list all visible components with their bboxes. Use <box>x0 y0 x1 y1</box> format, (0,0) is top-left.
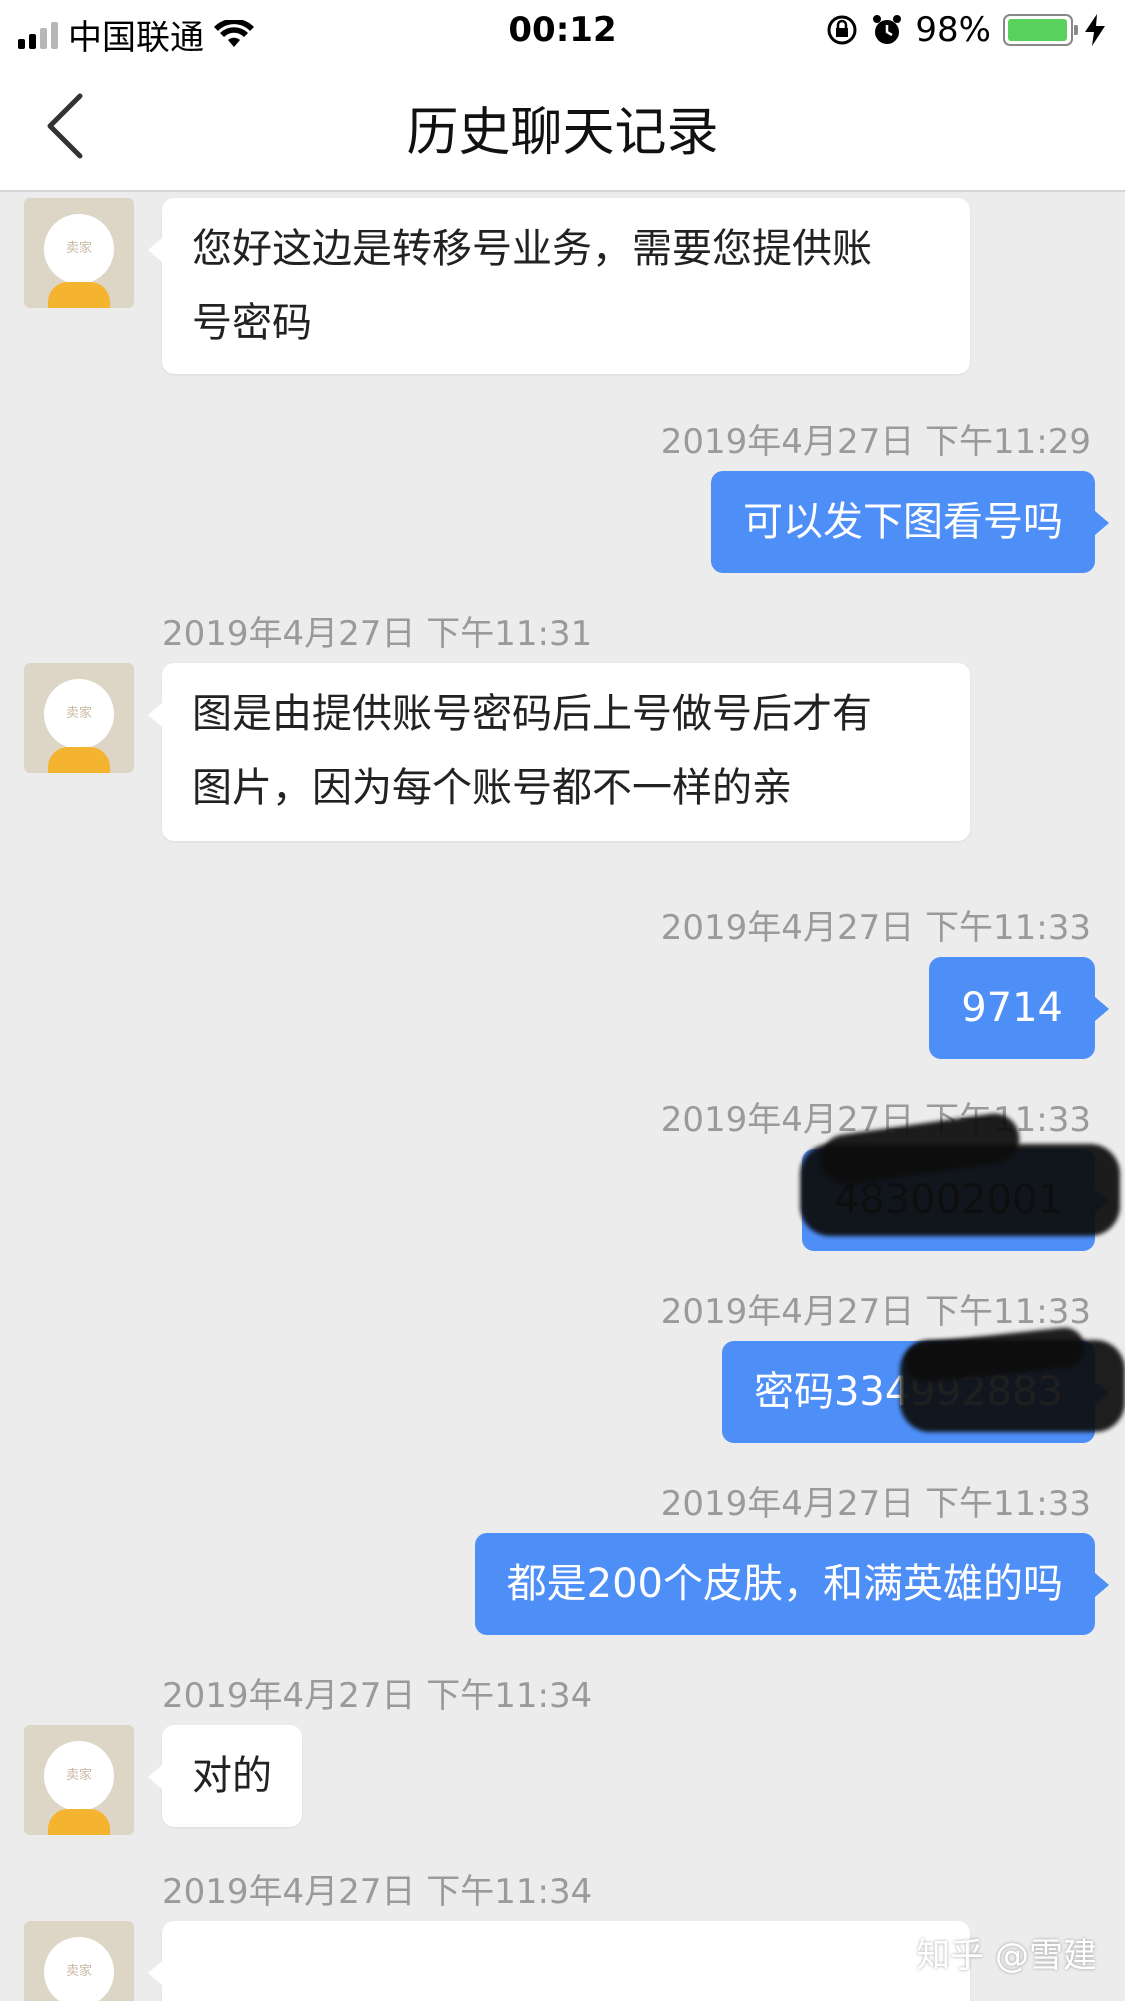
avatar-label: 卖家 <box>44 1937 114 2001</box>
message-bubble-outgoing[interactable]: 都是200个皮肤，和满英雄的吗 <box>474 1533 1110 1635</box>
message-text: 您好这边是转移号业务，需要您提供账 <box>192 226 872 272</box>
battery-icon <box>1003 14 1078 46</box>
message-bubble-incoming[interactable]: 对的 <box>148 1725 302 1827</box>
message-bubble-incoming[interactable] <box>148 1921 970 2001</box>
chat-history[interactable]: 卖家 您好这边是转移号业务，需要您提供账 号密码 2019年4月27日 下午11… <box>0 192 1125 2001</box>
message-timestamp: 2019年4月27日 下午11:34 <box>162 1872 593 1912</box>
status-right: 98% <box>825 10 1105 50</box>
message-bubble-outgoing[interactable]: 9714 <box>929 957 1109 1059</box>
message-text: 图片，因为每个账号都不一样的亲 <box>192 765 792 811</box>
message-bubble-incoming[interactable]: 您好这边是转移号业务，需要您提供账 号密码 <box>148 198 970 374</box>
seller-avatar[interactable]: 卖家 <box>24 663 134 773</box>
avatar-label: 卖家 <box>44 679 114 749</box>
avatar-label: 卖家 <box>44 1741 114 1811</box>
status-bar: 中国联通 00:12 98% <box>0 0 1125 62</box>
page-title: 历史聊天记录 <box>406 103 719 163</box>
rotation-lock-icon <box>827 15 857 45</box>
seller-avatar[interactable]: 卖家 <box>24 1725 134 1835</box>
message-timestamp: 2019年4月27日 下午11:34 <box>162 1676 593 1716</box>
message-timestamp: 2019年4月27日 下午11:31 <box>162 614 593 654</box>
alarm-icon <box>873 15 902 44</box>
charging-bolt-icon <box>1085 14 1105 46</box>
message-text: 图是由提供账号密码后上号做号后才有 <box>192 691 872 737</box>
message-timestamp: 2019年4月27日 下午11:33 <box>660 1292 1091 1332</box>
avatar-label: 卖家 <box>44 214 114 284</box>
message-timestamp: 2019年4月27日 下午11:33 <box>660 1484 1091 1524</box>
watermark: 知乎 @雪建 <box>916 1936 1097 1976</box>
message-timestamp: 2019年4月27日 下午11:33 <box>660 908 1091 948</box>
battery-percent: 98% <box>915 10 991 50</box>
message-bubble-incoming[interactable]: 图是由提供账号密码后上号做号后才有 图片，因为每个账号都不一样的亲 <box>148 663 970 841</box>
message-text: 号密码 <box>192 300 312 346</box>
seller-avatar[interactable]: 卖家 <box>24 1921 134 2001</box>
seller-avatar[interactable]: 卖家 <box>24 198 134 308</box>
nav-bar: 历史聊天记录 <box>0 62 1125 192</box>
message-timestamp: 2019年4月27日 下午11:29 <box>660 422 1091 462</box>
message-bubble-outgoing[interactable]: 可以发下图看号吗 <box>711 471 1109 573</box>
